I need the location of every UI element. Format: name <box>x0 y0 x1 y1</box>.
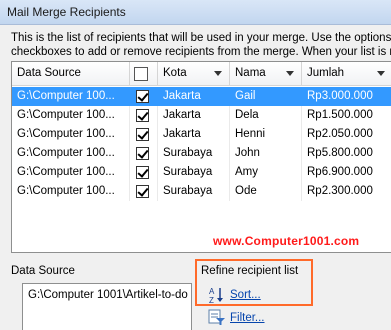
cell-data-source: G:\Computer 100... <box>12 182 130 201</box>
cell-kota: Surabaya <box>158 144 230 163</box>
cell-kota: Surabaya <box>158 182 230 201</box>
sort-link[interactable]: Sort... <box>230 289 261 301</box>
window-title: Mail Merge Recipients <box>7 5 126 19</box>
cell-jumlah: Rp3.000.000 <box>307 90 373 102</box>
table-row[interactable]: G:\Computer 100... Jakarta Dela Rp1.500.… <box>12 106 391 125</box>
checkbox-icon[interactable] <box>136 166 149 179</box>
table-row[interactable]: G:\Computer 100... Surabaya John Rp5.800… <box>12 144 391 163</box>
table-header: Data Source Kota Nama Jumlah <box>12 62 391 86</box>
filter-icon[interactable] <box>208 308 226 326</box>
svg-text:Z: Z <box>209 296 214 304</box>
cell-data-source: G:\Computer 100... <box>12 125 130 144</box>
checkbox-icon[interactable] <box>136 90 149 103</box>
cell-data-source: G:\Computer 100... <box>12 87 130 106</box>
cell-jumlah: Rp5.800.000 <box>307 147 373 159</box>
cell-data-source: G:\Computer 100... <box>12 106 130 125</box>
instructions-line-2: checkboxes to add or remove recipients f… <box>11 46 391 58</box>
data-source-list[interactable]: G:\Computer 1001\Artikel-to-do <box>22 283 192 330</box>
cell-nama: Dela <box>230 106 302 125</box>
dropdown-arrow-icon[interactable] <box>377 71 385 76</box>
filter-link[interactable]: Filter... <box>230 312 265 324</box>
cell-nama: Amy <box>230 163 302 182</box>
cell-include[interactable] <box>130 106 158 125</box>
dropdown-arrow-icon[interactable] <box>286 71 294 76</box>
cell-kota: Surabaya <box>158 163 230 182</box>
sort-az-icon[interactable]: A Z <box>208 286 226 304</box>
cell-data-source: G:\Computer 100... <box>12 144 130 163</box>
cell-data-source: G:\Computer 100... <box>12 163 130 182</box>
checkbox-icon[interactable] <box>136 128 149 141</box>
cell-include[interactable] <box>130 125 158 144</box>
table-row[interactable]: G:\Computer 100... Jakarta Gail Rp3.000.… <box>12 87 391 106</box>
cell-jumlah: Rp2.050.000 <box>307 128 373 140</box>
cell-nama: Gail <box>230 87 302 106</box>
cell-nama: Henni <box>230 125 302 144</box>
checkbox-icon[interactable] <box>136 185 149 198</box>
title-bar: Mail Merge Recipients <box>0 0 391 25</box>
cell-include[interactable] <box>130 87 158 106</box>
recipients-table[interactable]: Data Source Kota Nama Jumlah G:\Computer… <box>11 61 391 253</box>
watermark-text: www.Computer1001.com <box>213 234 360 248</box>
column-header-nama[interactable]: Nama <box>230 62 302 86</box>
instructions-text: This is the list of recipients that will… <box>11 31 391 59</box>
refine-recipient-list-label: Refine recipient list <box>201 265 299 277</box>
cell-kota: Jakarta <box>158 125 230 144</box>
cell-jumlah: Rp2.300.000 <box>307 185 373 197</box>
column-header-select-all[interactable] <box>130 62 158 86</box>
cell-jumlah: Rp6.900.000 <box>307 166 373 178</box>
select-all-checkbox[interactable] <box>134 67 148 81</box>
column-header-data-source[interactable]: Data Source <box>12 62 130 86</box>
cell-nama: John <box>230 144 302 163</box>
data-source-item[interactable]: G:\Computer 1001\Artikel-to-do <box>28 289 190 301</box>
checkbox-icon[interactable] <box>136 147 149 160</box>
cell-kota: Jakarta <box>158 87 230 106</box>
table-row[interactable]: G:\Computer 100... Surabaya Amy Rp6.900.… <box>12 163 391 182</box>
cell-nama: Ode <box>230 182 302 201</box>
cell-include[interactable] <box>130 144 158 163</box>
cell-kota: Jakarta <box>158 106 230 125</box>
table-row[interactable]: G:\Computer 100... Jakarta Henni Rp2.050… <box>12 125 391 144</box>
column-header-jumlah[interactable]: Jumlah <box>302 62 391 86</box>
column-header-kota[interactable]: Kota <box>158 62 230 86</box>
dropdown-arrow-icon[interactable] <box>214 71 222 76</box>
svg-text:A: A <box>209 287 215 296</box>
cell-include[interactable] <box>130 182 158 201</box>
checkbox-icon[interactable] <box>136 109 149 122</box>
table-row[interactable]: G:\Computer 100... Surabaya Ode Rp2.300.… <box>12 182 391 201</box>
cell-jumlah: Rp1.500.000 <box>307 109 373 121</box>
instructions-line-1: This is the list of recipients that will… <box>11 32 391 44</box>
data-source-label: Data Source <box>11 265 75 277</box>
cell-include[interactable] <box>130 163 158 182</box>
